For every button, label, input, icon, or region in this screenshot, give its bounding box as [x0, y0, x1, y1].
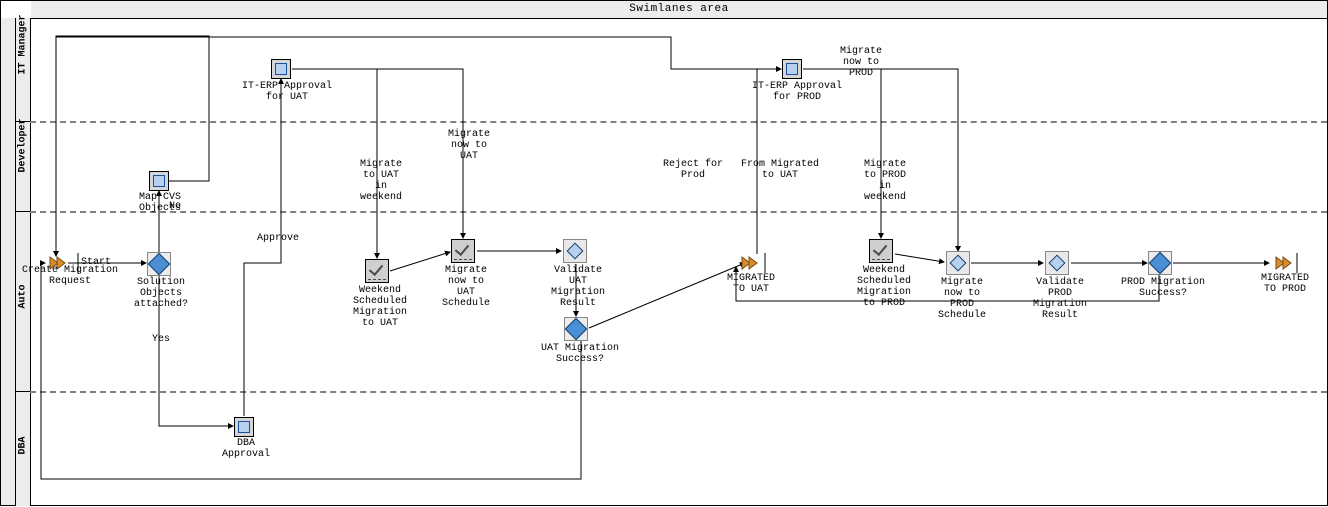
weekend-uat-label: Weekend Scheduled Migration to UAT — [345, 285, 415, 329]
create-request-label: Create Migration Request — [15, 265, 125, 287]
lane-divider — [30, 391, 1327, 393]
lane-dba: DBA — [16, 391, 31, 506]
milestone-migrated-uat — [737, 255, 767, 271]
lane-auto: Auto — [16, 211, 31, 392]
lane-stub — [1, 18, 16, 505]
gateway-uat-success — [564, 317, 588, 341]
gateway-solution-objects — [147, 252, 171, 276]
connectors — [1, 1, 1328, 507]
task-validate-uat — [563, 239, 587, 263]
task-weekend-prod — [869, 239, 893, 263]
migrate-now-uat-label: Migrate now to UAT Schedule — [433, 265, 499, 309]
prod-success-label: PROD Migration Success? — [1113, 277, 1213, 299]
lane-label: Auto — [18, 295, 29, 309]
end-migrated-prod — [1271, 255, 1301, 271]
task-iterp-uat — [271, 59, 291, 79]
task-validate-prod — [1045, 251, 1069, 275]
validate-uat-label: Validate UAT Migration Result — [545, 265, 611, 309]
lane-label: Developer — [18, 159, 29, 173]
mig-now-uat-label: Migrate now to UAT — [441, 129, 497, 162]
mig-uat-weekend-label: Migrate to UAT in weekend — [353, 159, 409, 203]
iterp-uat-label: IT-ERP Approval for UAT — [237, 81, 337, 103]
lane-divider — [30, 211, 1327, 213]
milestone-icon — [741, 255, 763, 271]
from-migrated-label: From Migrated to UAT — [735, 159, 825, 181]
lane-label: IT Manager — [18, 61, 29, 75]
lane-developer: Developer — [16, 121, 31, 212]
migrated-prod-label: MIGRATED TO PROD — [1257, 273, 1313, 295]
weekend-prod-label: Weekend Scheduled Migration to PROD — [849, 265, 919, 309]
validate-prod-label: Validate PROD Migration Result — [1027, 277, 1093, 321]
task-iterp-prod — [782, 59, 802, 79]
yes-label: Yes — [152, 334, 170, 345]
solution-objects-label: Solution Objects attached? — [131, 277, 191, 310]
mig-prod-weekend-label: Migrate to PROD in weekend — [855, 159, 915, 203]
uat-success-label: UAT Migration Success? — [535, 343, 625, 365]
no-label: No — [169, 201, 181, 212]
lane-it-manager: IT Manager — [16, 18, 31, 121]
lane-label: DBA — [18, 441, 29, 455]
task-weekend-uat — [365, 259, 389, 283]
end-icon — [1275, 255, 1297, 271]
migrate-now-prod-label: Migrate now to PROD Schedule — [929, 277, 995, 321]
reject-prod-label: Reject for Prod — [655, 159, 731, 181]
migrated-uat-label: MIGRATED TO UAT — [723, 273, 779, 295]
iterp-prod-label: IT-ERP Approval for PROD — [747, 81, 847, 103]
task-map-cvs — [149, 171, 169, 191]
diagram-title: Swimlanes area — [31, 1, 1327, 19]
swimlane-diagram: Swimlanes area IT Manager Developer Auto… — [0, 0, 1328, 506]
lane-divider — [30, 121, 1327, 123]
dba-approval-label: DBA Approval — [219, 438, 273, 460]
task-dba-approval — [234, 417, 254, 437]
mig-now-prod-top-label: Migrate now to PROD — [833, 46, 889, 79]
gateway-prod-success — [1148, 251, 1172, 275]
task-migrate-now-prod — [946, 251, 970, 275]
approve-label: Approve — [257, 233, 299, 244]
task-migrate-now-uat — [451, 239, 475, 263]
